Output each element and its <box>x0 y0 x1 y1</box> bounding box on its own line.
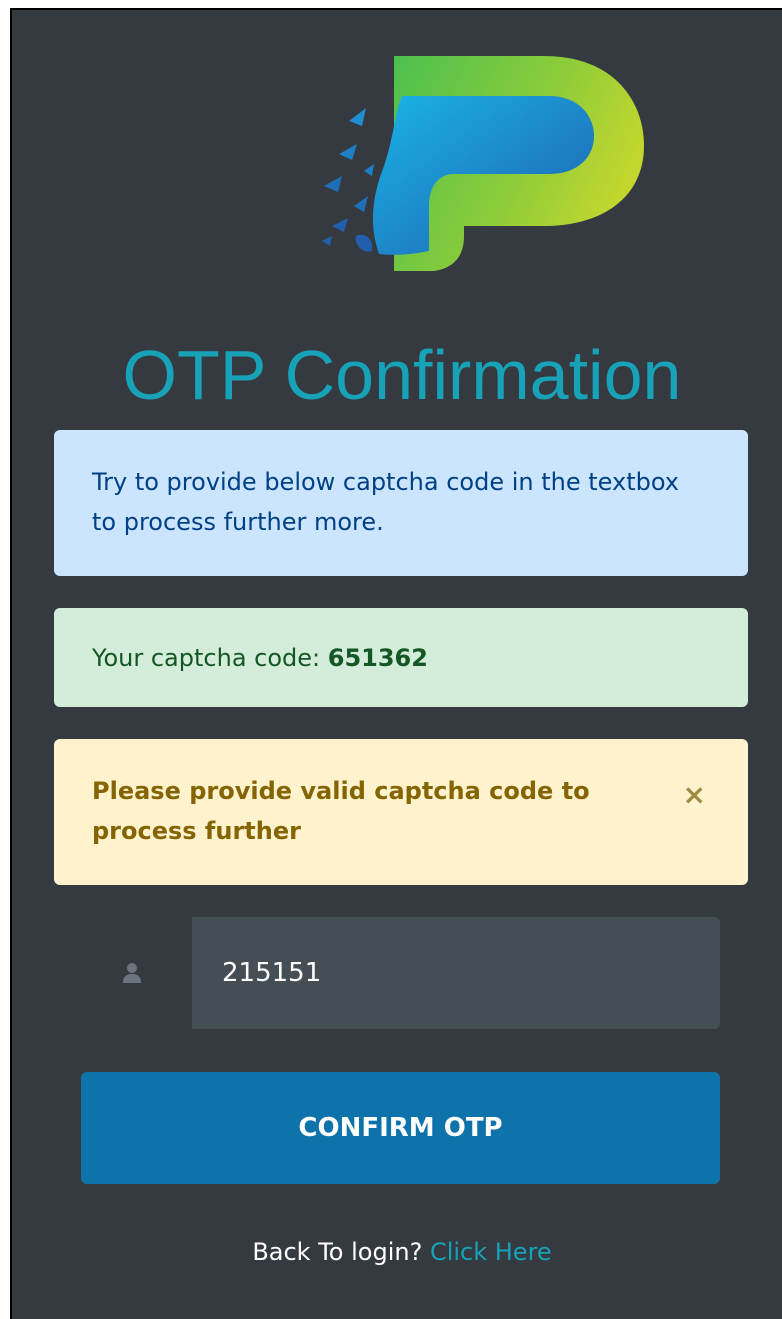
info-alert: Try to provide below captcha code in the… <box>54 430 748 576</box>
back-to-login-text: Back To login? <box>252 1238 430 1266</box>
close-icon[interactable]: × <box>683 781 706 809</box>
info-alert-text: Try to provide below captcha code in the… <box>92 468 679 536</box>
user-icon <box>123 963 141 983</box>
captcha-label: Your captcha code: <box>92 644 328 672</box>
warning-alert: Please provide valid captcha code to pro… <box>54 739 748 885</box>
otp-input-group <box>82 917 720 1029</box>
page-title: OTP Confirmation <box>122 336 682 414</box>
otp-panel: OTP Confirmation Try to provide below ca… <box>10 8 782 1319</box>
captcha-alert: Your captcha code: 651362 <box>54 608 748 707</box>
brand-logo <box>322 56 644 271</box>
captcha-code: 651362 <box>327 644 428 672</box>
user-icon-addon <box>82 917 192 1029</box>
click-here-link[interactable]: Click Here <box>430 1238 552 1266</box>
back-to-login: Back To login? Click Here <box>16 1238 782 1266</box>
confirm-otp-button[interactable]: CONFIRM OTP <box>81 1072 720 1184</box>
otp-input[interactable] <box>192 917 720 1029</box>
warning-alert-text: Please provide valid captcha code to pro… <box>92 777 590 845</box>
